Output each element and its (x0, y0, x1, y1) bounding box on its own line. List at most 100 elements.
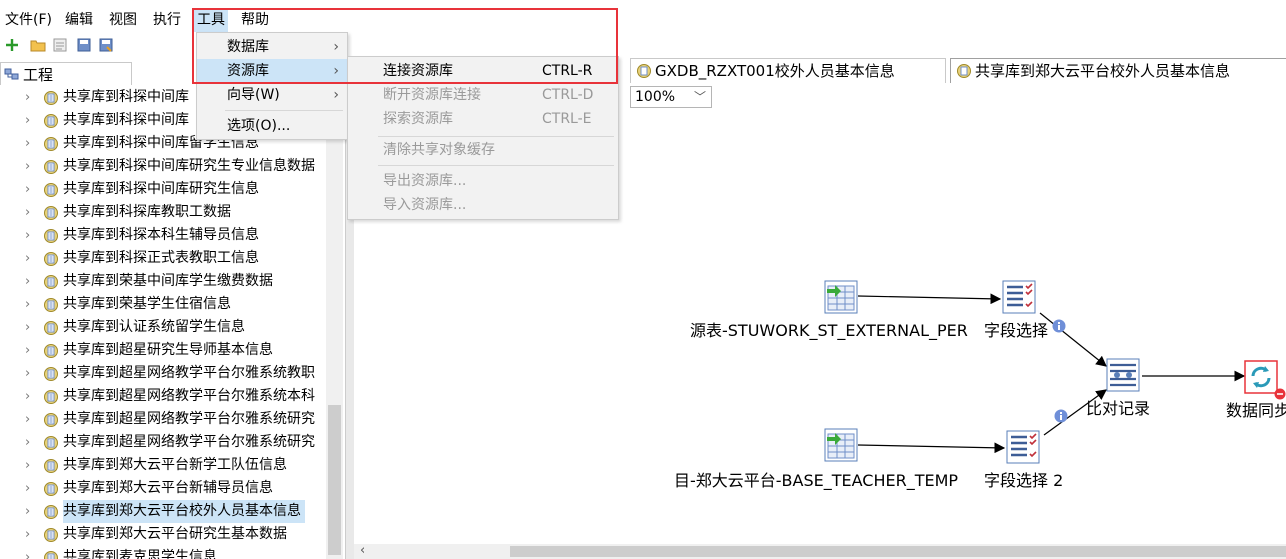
tree-item-label: 共享库到郑大云平台研究生基本数据 (63, 526, 287, 542)
chevron-right-icon[interactable]: › (25, 316, 37, 339)
save-as-icon[interactable] (98, 37, 114, 53)
chevron-right-icon[interactable]: › (25, 224, 37, 247)
open-folder-icon[interactable] (30, 37, 46, 53)
transformation-icon (44, 114, 58, 128)
select-values-icon[interactable] (1002, 280, 1036, 314)
chevron-right-icon[interactable]: › (25, 500, 37, 523)
chevron-right-icon[interactable]: › (25, 293, 37, 316)
tab-label: 共享库到郑大云平台校外人员基本信息 (975, 62, 1231, 80)
chevron-right-icon[interactable]: › (25, 408, 37, 431)
tree-item[interactable]: › 共享库到科探中间库研究生专业信息数据 (0, 155, 326, 178)
menu-run[interactable]: 执行 (150, 8, 184, 32)
hop-line[interactable] (1039, 312, 1107, 367)
chevron-right-icon[interactable]: › (25, 454, 37, 477)
tree-item[interactable]: › 共享库到超星网络教学平台尔雅系统本科 (0, 385, 326, 408)
menu-item-repository[interactable]: 资源库 › (197, 59, 347, 83)
menu-item-options[interactable]: 选项(O)... (197, 114, 347, 138)
chevron-right-icon[interactable]: › (25, 86, 37, 109)
menu-separator (225, 110, 343, 111)
tree-item[interactable]: › 共享库到郑大云平台新辅导员信息 (0, 477, 326, 500)
tree-item-label: 共享库到认证系统留学生信息 (63, 319, 245, 335)
chevron-right-icon[interactable]: › (25, 339, 37, 362)
menu-item-wizard[interactable]: 向导(W) › (197, 83, 347, 107)
menu-item-database[interactable]: 数据库 › (197, 35, 347, 59)
chevron-right-icon[interactable]: › (25, 477, 37, 500)
transformation-icon (44, 459, 58, 473)
chevron-left-icon[interactable]: ‹ (360, 543, 365, 558)
info-icon[interactable] (1052, 319, 1066, 333)
tree-item[interactable]: › 共享库到麦克思学生信息 (0, 546, 326, 559)
menu-item-disconnect-repository[interactable]: 断开资源库连接 CTRL-D (348, 83, 618, 107)
save-icon[interactable] (76, 37, 92, 53)
tab-gxdb-rzxt001[interactable]: GXDB_RZXT001校外人员基本信息 (630, 58, 946, 83)
chevron-right-icon[interactable]: › (25, 270, 37, 293)
menu-item-explore-repository[interactable]: 探索资源库 CTRL-E (348, 107, 618, 131)
canvas-scrollbar-thumb[interactable] (510, 546, 1286, 557)
hop-line[interactable] (857, 293, 1002, 305)
project-tab[interactable]: 工程 (0, 62, 132, 85)
menu-item-connect-repository[interactable]: 连接资源库 CTRL-R (348, 59, 618, 83)
chevron-right-icon[interactable]: › (25, 247, 37, 270)
chevron-right-icon[interactable]: › (25, 201, 37, 224)
transformation-icon (637, 64, 651, 78)
chevron-right-icon[interactable]: › (25, 385, 37, 408)
transformation-icon (44, 229, 58, 243)
tree-item-label: 共享库到荣基学生住宿信息 (63, 296, 231, 312)
tree-scrollbar-thumb[interactable] (328, 405, 341, 555)
step-label-select-values-2: 字段选择 2 (984, 471, 1064, 490)
hop-line[interactable] (857, 442, 1006, 454)
chevron-right-icon[interactable]: › (25, 546, 37, 559)
tree-item[interactable]: › 共享库到郑大云平台研究生基本数据 (0, 523, 326, 546)
chevron-right-icon[interactable]: › (25, 109, 37, 132)
merge-rows-icon[interactable] (1106, 358, 1140, 392)
tree-item[interactable]: › 共享库到荣基中间库学生缴费数据 (0, 270, 326, 293)
menu-item-clear-shared-cache[interactable]: 清除共享对象缓存 (348, 138, 618, 162)
chevron-right-icon[interactable]: › (25, 132, 37, 155)
step-label-source: 源表-STUWORK_ST_EXTERNAL_PER (690, 321, 968, 340)
new-icon[interactable] (4, 37, 20, 53)
tree-item[interactable]: › 共享库到超星网络教学平台尔雅系统研究 (0, 431, 326, 454)
tree-item[interactable]: › 共享库到郑大云平台校外人员基本信息 (0, 500, 326, 523)
tree-item[interactable]: › 共享库到科探库教职工数据 (0, 201, 326, 224)
transformation-icon (44, 505, 58, 519)
transformation-icon (44, 137, 58, 151)
menu-file[interactable]: 文件(F) (2, 8, 55, 32)
zoom-select[interactable]: 100% ﹀ (630, 86, 712, 108)
tree-item[interactable]: › 共享库到荣基学生住宿信息 (0, 293, 326, 316)
chevron-right-icon[interactable]: › (25, 362, 37, 385)
explorer-icon[interactable] (52, 37, 68, 53)
chevron-right-icon: › (333, 87, 339, 103)
transformation-icon (44, 551, 58, 559)
menu-view[interactable]: 视图 (106, 8, 140, 32)
info-icon[interactable] (1054, 409, 1068, 423)
menu-separator (378, 136, 614, 137)
tree-item[interactable]: › 共享库到科探正式表教职工信息 (0, 247, 326, 270)
menu-edit[interactable]: 编辑 (62, 8, 96, 32)
tree-item[interactable]: › 共享库到超星研究生导师基本信息 (0, 339, 326, 362)
tree-item-label: 共享库到超星网络教学平台尔雅系统教职 (63, 365, 315, 381)
chevron-right-icon[interactable]: › (25, 178, 37, 201)
tree-item-label: 共享库到科探中间库研究生专业信息数据 (63, 158, 315, 174)
table-input-icon[interactable] (824, 280, 858, 314)
table-input-icon[interactable] (824, 428, 858, 462)
chevron-right-icon[interactable]: › (25, 155, 37, 178)
chevron-right-icon[interactable]: › (25, 431, 37, 454)
select-values-icon[interactable] (1006, 430, 1040, 464)
menu-item-import-repository[interactable]: 导入资源库... (348, 193, 618, 217)
transformation-icon (44, 91, 58, 105)
tree-item[interactable]: › 共享库到超星网络教学平台尔雅系统研究 (0, 408, 326, 431)
menu-item-label: 导出资源库... (383, 173, 467, 189)
tree-item[interactable]: › 共享库到认证系统留学生信息 (0, 316, 326, 339)
transformation-icon (44, 298, 58, 312)
chevron-right-icon[interactable]: › (25, 523, 37, 546)
synchronize-icon[interactable] (1244, 360, 1278, 394)
tree-item[interactable]: › 共享库到科探本科生辅导员信息 (0, 224, 326, 247)
tab-active-transformation[interactable]: 共享库到郑大云平台校外人员基本信息 (950, 58, 1286, 83)
tree-item[interactable]: › 共享库到超星网络教学平台尔雅系统教职 (0, 362, 326, 385)
tree-item[interactable]: › 共享库到郑大云平台新学工队伍信息 (0, 454, 326, 477)
menu-tools[interactable]: 工具 (194, 8, 228, 32)
menu-help[interactable]: 帮助 (238, 8, 272, 32)
transformation-icon (44, 321, 58, 335)
menu-item-export-repository[interactable]: 导出资源库... (348, 169, 618, 193)
tree-item[interactable]: › 共享库到科探中间库研究生信息 (0, 178, 326, 201)
